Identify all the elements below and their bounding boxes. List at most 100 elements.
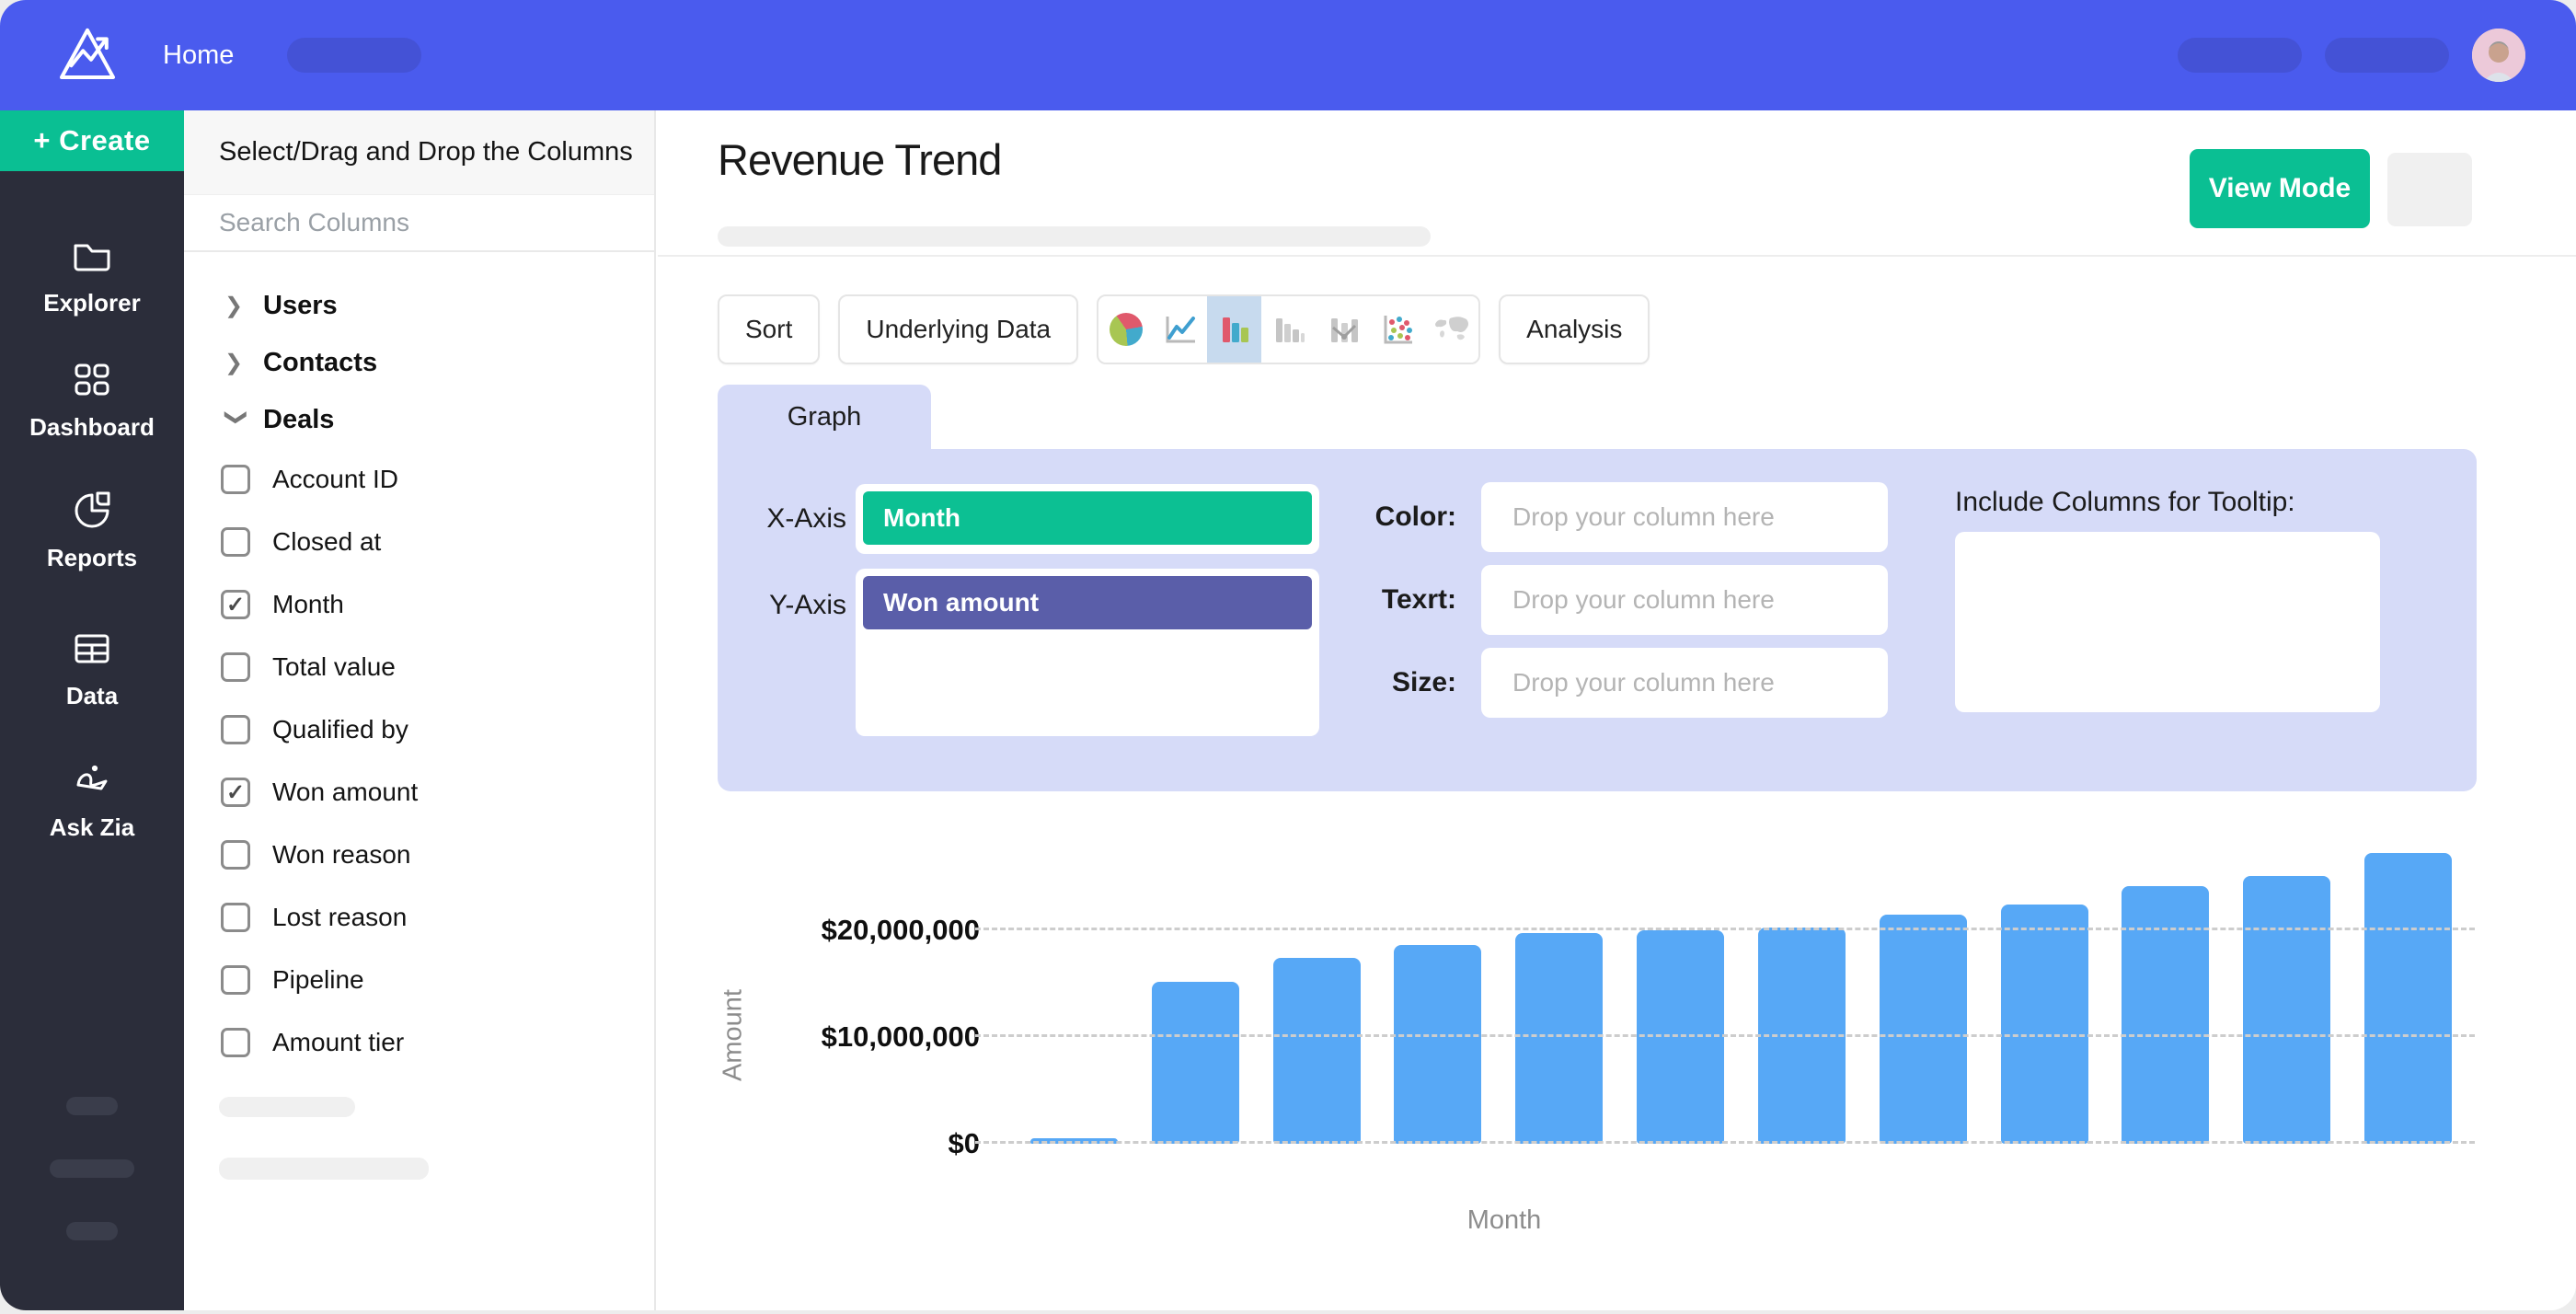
bar[interactable] [2001, 905, 2088, 1144]
columns-panel-header: Select/Drag and Drop the Columns [184, 110, 654, 195]
analytics-logo-icon[interactable] [51, 18, 124, 92]
chevron-right-icon: ❯ [224, 350, 248, 376]
sidebar-skeleton-bar [66, 1097, 118, 1115]
line-chart-icon[interactable] [1153, 296, 1207, 363]
tree-group-deals[interactable]: ❯ Deals [184, 391, 654, 448]
nav-home[interactable]: Home [163, 40, 234, 71]
bar[interactable] [2243, 876, 2330, 1144]
bar[interactable] [1880, 915, 1967, 1144]
checkbox-unchecked[interactable] [221, 527, 250, 557]
checkbox-unchecked[interactable] [221, 465, 250, 494]
checkbox-unchecked[interactable] [221, 715, 250, 744]
world-map-icon[interactable] [1424, 296, 1478, 363]
tooltip-columns-label: Include Columns for Tooltip: [1955, 475, 2295, 530]
column-field-label: Amount tier [272, 1028, 404, 1057]
checkbox-unchecked[interactable] [221, 840, 250, 870]
y-tick-label: $20,000,000 [822, 914, 980, 947]
sidebar-item-label: Ask Zia [50, 813, 135, 842]
app-window: Home + Create Explorer Dashboard [0, 0, 2576, 1310]
y-axis-title: Amount [715, 943, 752, 1127]
topbar-placeholder-pill [2178, 38, 2302, 73]
panel-skeleton-bar [219, 1158, 429, 1180]
bar[interactable] [1637, 930, 1724, 1144]
chart-toolbar: Sort Underlying Data [718, 294, 1650, 364]
create-button[interactable]: + Create [0, 110, 184, 171]
y-axis-field[interactable]: Won amount [856, 569, 1319, 736]
y-axis-label: Y-Axis [718, 571, 846, 640]
column-field-label: Month [272, 590, 344, 619]
x-axis-title: Month [1210, 1205, 1799, 1236]
bar[interactable] [1273, 958, 1361, 1144]
column-field-label: Account ID [272, 465, 398, 494]
view-mode-button[interactable]: View Mode [2190, 149, 2370, 228]
x-axis-field[interactable]: Month [856, 484, 1319, 554]
sidebar-item-ask-zia[interactable]: Ask Zia [0, 759, 184, 842]
checkbox-checked[interactable]: ✓ [221, 590, 250, 619]
tooltip-columns-drop-zone[interactable] [1955, 532, 2380, 712]
bar-chart-icon[interactable] [1207, 296, 1261, 363]
color-drop-zone[interactable]: Drop your column here [1481, 482, 1888, 552]
column-field-row: Lost reason [184, 886, 654, 949]
panel-skeleton-bar [219, 1097, 355, 1117]
column-field-label: Total value [272, 652, 396, 682]
user-avatar[interactable] [2472, 29, 2525, 82]
main-content: Revenue Trend View Mode Sort Underlying … [658, 110, 2576, 1310]
column-field-label: Qualified by [272, 715, 408, 744]
bar-chart-alt-icon[interactable] [1261, 296, 1316, 363]
sidebar-item-label: Dashboard [29, 413, 155, 442]
zia-icon [71, 759, 113, 801]
chevron-right-icon: ❯ [224, 293, 248, 319]
underlying-data-button[interactable]: Underlying Data [838, 294, 1078, 364]
nav-placeholder-pill [287, 38, 421, 73]
sidebar-skeleton-bar [66, 1222, 118, 1240]
checkbox-unchecked[interactable] [221, 652, 250, 682]
analysis-button[interactable]: Analysis [1499, 294, 1650, 364]
column-field-label: Lost reason [272, 903, 407, 932]
pie-chart-icon[interactable] [1098, 296, 1153, 363]
bar[interactable] [1394, 945, 1481, 1144]
graph-tab[interactable]: Graph [718, 385, 931, 450]
bar[interactable] [2122, 886, 2209, 1144]
sidebar-item-label: Explorer [43, 289, 141, 317]
combo-chart-icon[interactable] [1316, 296, 1370, 363]
sidebar-skeleton-bar [50, 1159, 134, 1178]
text-label: Texrt: [1306, 565, 1456, 635]
deal-field-list: Account IDClosed at✓MonthTotal valueQual… [184, 448, 654, 1074]
sort-button[interactable]: Sort [718, 294, 820, 364]
sidebar-item-dashboard[interactable]: Dashboard [0, 359, 184, 442]
header-divider [658, 255, 2576, 257]
checkbox-unchecked[interactable] [221, 903, 250, 932]
bar[interactable] [1515, 933, 1603, 1144]
columns-tree: ❯ Users ❯ Contacts ❯ Deals Account IDClo… [184, 252, 654, 1180]
gridline [975, 928, 2475, 930]
x-axis-chip-month[interactable]: Month [863, 491, 1312, 545]
y-tick-label: $10,000,000 [822, 1020, 980, 1054]
column-field-label: Won amount [272, 778, 418, 807]
left-sidebar: + Create Explorer Dashboard Reports Data… [0, 110, 184, 1310]
sidebar-item-reports[interactable]: Reports [0, 490, 184, 572]
text-drop-zone[interactable]: Drop your column here [1481, 565, 1888, 635]
column-field-row: Won reason [184, 824, 654, 886]
size-drop-zone[interactable]: Drop your column here [1481, 648, 1888, 718]
tree-group-contacts[interactable]: ❯ Contacts [184, 334, 654, 391]
column-field-row: ✓ Month [184, 573, 654, 636]
checkbox-checked[interactable]: ✓ [221, 778, 250, 807]
checkbox-unchecked[interactable] [221, 1028, 250, 1057]
y-axis-tick-labels: $0$10,000,000$20,000,000 [750, 824, 980, 1144]
scatter-plot-icon[interactable] [1370, 296, 1424, 363]
sidebar-item-explorer[interactable]: Explorer [0, 235, 184, 317]
chart-type-switcher [1097, 294, 1480, 364]
bar[interactable] [2364, 853, 2452, 1144]
header-placeholder-button[interactable] [2387, 153, 2472, 226]
sidebar-item-data[interactable]: Data [0, 628, 184, 710]
color-label: Color: [1306, 482, 1456, 552]
search-columns-input[interactable] [184, 207, 589, 238]
plot-area [975, 824, 2475, 1144]
bar[interactable] [1152, 982, 1239, 1144]
y-axis-chip-won-amount[interactable]: Won amount [863, 576, 1312, 629]
topbar-placeholder-pill [2325, 38, 2449, 73]
column-field-row: Account ID [184, 448, 654, 511]
grid-icon [71, 359, 113, 401]
tree-group-users[interactable]: ❯ Users [184, 277, 654, 334]
checkbox-unchecked[interactable] [221, 965, 250, 995]
